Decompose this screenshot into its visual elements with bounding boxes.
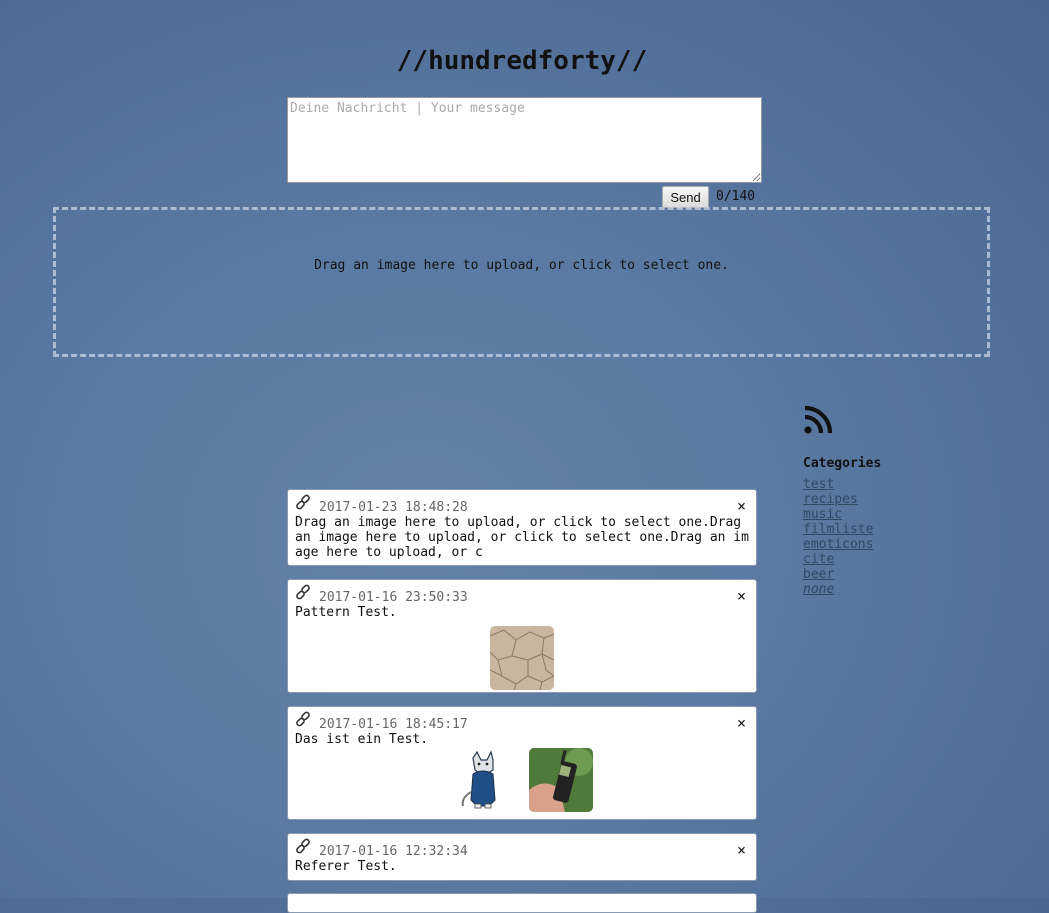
category-link-cite[interactable]: cite: [803, 552, 834, 567]
category-list: test recipes music filmliste emoticons c…: [803, 477, 873, 597]
rss-icon[interactable]: [803, 405, 833, 435]
post-card: 2017-01-16 23:50:33 × Pattern Test.: [287, 579, 757, 693]
category-link-recipes[interactable]: recipes: [803, 492, 858, 507]
send-button[interactable]: Send: [662, 186, 709, 208]
link-icon[interactable]: [295, 711, 312, 728]
message-input[interactable]: [287, 97, 762, 183]
categories-title: Categories: [803, 456, 882, 471]
close-icon[interactable]: ×: [737, 714, 746, 732]
post-timestamp: 2017-01-16 12:32:34: [319, 844, 468, 859]
link-icon[interactable]: [295, 584, 312, 601]
category-link-emoticons[interactable]: emoticons: [803, 537, 873, 552]
site-title: //hundredforty//: [396, 46, 648, 76]
post-timestamp: 2017-01-16 23:50:33: [319, 590, 468, 605]
category-link-test[interactable]: test: [803, 477, 834, 492]
post-text: Pattern Test.: [295, 605, 397, 620]
post-text: Drag an image here to upload, or click t…: [295, 515, 749, 560]
link-icon[interactable]: [295, 838, 312, 855]
category-link-music[interactable]: music: [803, 507, 842, 522]
close-icon[interactable]: ×: [737, 841, 746, 859]
dropzone-text: Drag an image here to upload, or click t…: [314, 258, 729, 273]
pattern-tile-image[interactable]: [490, 626, 554, 690]
cat-drawing-image[interactable]: [451, 748, 515, 812]
link-icon[interactable]: [295, 494, 312, 511]
category-link-none[interactable]: none: [803, 582, 834, 597]
character-counter: 0/140: [716, 189, 756, 204]
post-text: Das ist ein Test.: [295, 732, 429, 747]
close-icon[interactable]: ×: [737, 497, 746, 515]
close-icon[interactable]: ×: [737, 587, 746, 605]
post-card: [287, 893, 757, 913]
category-link-filmliste[interactable]: filmliste: [803, 522, 873, 537]
post-timestamp: 2017-01-23 18:48:28: [319, 500, 468, 515]
category-link-beer[interactable]: beer: [803, 567, 834, 582]
post-card: 2017-01-16 12:32:34 × Referer Test.: [287, 833, 757, 881]
post-timestamp: 2017-01-16 18:45:17: [319, 717, 468, 732]
post-card: 2017-01-23 18:48:28 × Drag an image here…: [287, 489, 757, 566]
image-dropzone[interactable]: Drag an image here to upload, or click t…: [53, 207, 990, 357]
post-card: 2017-01-16 18:45:17 × Das ist ein Test.: [287, 706, 757, 820]
post-text: Referer Test.: [295, 859, 397, 874]
phone-in-hand-image[interactable]: [529, 748, 593, 812]
